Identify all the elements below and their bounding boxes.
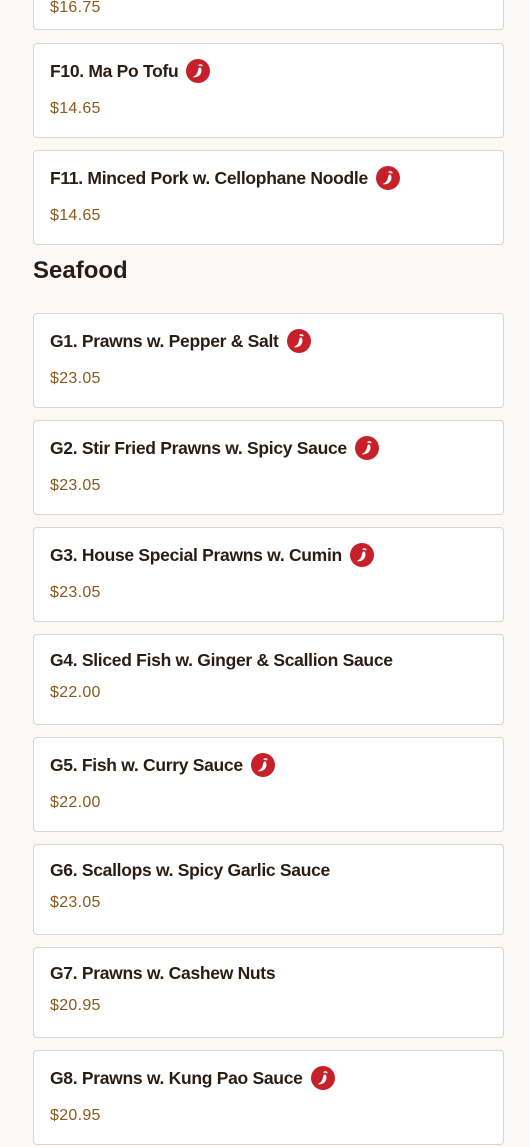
menu-item-card[interactable]: F11. Minced Pork w. Cellophane Noodle $1… bbox=[33, 150, 504, 245]
menu-item-price: $23.05 bbox=[50, 477, 101, 494]
chili-pepper-icon bbox=[354, 436, 379, 460]
menu-item-price: $23.05 bbox=[50, 894, 101, 911]
menu-item-card[interactable]: G3. House Special Prawns w. Cumin $23.05 bbox=[33, 527, 504, 622]
menu-item-name: F10. Ma Po Tofu bbox=[50, 60, 179, 81]
menu-item-card[interactable]: G7. Prawns w. Cashew Nuts $20.95 bbox=[33, 947, 504, 1038]
menu-item-card[interactable]: $16.75 bbox=[33, 0, 504, 30]
menu-item-price: $23.05 bbox=[50, 370, 101, 387]
menu-item-name: G7. Prawns w. Cashew Nuts bbox=[50, 963, 276, 983]
menu-item-price: $14.65 bbox=[50, 207, 101, 224]
menu-item-name: G1. Prawns w. Pepper & Salt bbox=[50, 330, 279, 351]
menu-item-card[interactable]: G4. Sliced Fish w. Ginger & Scallion Sau… bbox=[33, 634, 504, 725]
menu-item-card[interactable]: G8. Prawns w. Kung Pao Sauce $20.95 bbox=[33, 1050, 504, 1145]
menu-item-name: G8. Prawns w. Kung Pao Sauce bbox=[50, 1067, 303, 1088]
section-title-seafood: Seafood bbox=[33, 257, 128, 284]
menu-item-card[interactable]: G2. Stir Fried Prawns w. Spicy Sauce $23… bbox=[33, 420, 504, 515]
menu-item-price: $23.05 bbox=[50, 584, 101, 601]
menu-item-name: G2. Stir Fried Prawns w. Spicy Sauce bbox=[50, 437, 347, 458]
chili-pepper-icon bbox=[286, 329, 311, 353]
chili-pepper-icon bbox=[349, 543, 374, 567]
menu-item-price: $22.00 bbox=[50, 794, 101, 811]
menu-item-name: G3. House Special Prawns w. Cumin bbox=[50, 544, 342, 565]
menu-item-price: $14.65 bbox=[50, 100, 101, 117]
menu-item-name: F11. Minced Pork w. Cellophane Noodle bbox=[50, 167, 368, 188]
chili-pepper-icon bbox=[186, 59, 211, 83]
menu-item-price: $20.95 bbox=[50, 1107, 101, 1124]
chili-pepper-icon bbox=[310, 1066, 335, 1090]
menu-item-card[interactable]: G5. Fish w. Curry Sauce $22.00 bbox=[33, 737, 504, 832]
menu-item-name: G5. Fish w. Curry Sauce bbox=[50, 754, 243, 775]
menu-item-card[interactable]: G6. Scallops w. Spicy Garlic Sauce $23.0… bbox=[33, 844, 504, 935]
menu-item-price: $22.00 bbox=[50, 684, 101, 701]
menu-item-price: $20.95 bbox=[50, 997, 101, 1014]
menu-item-name: G6. Scallops w. Spicy Garlic Sauce bbox=[50, 860, 330, 880]
menu-item-name: G4. Sliced Fish w. Ginger & Scallion Sau… bbox=[50, 650, 393, 670]
menu-item-price: $16.75 bbox=[50, 0, 101, 16]
chili-pepper-icon bbox=[250, 753, 275, 777]
menu-item-card[interactable]: F10. Ma Po Tofu $14.65 bbox=[33, 43, 504, 138]
menu-item-card[interactable]: G1. Prawns w. Pepper & Salt $23.05 bbox=[33, 313, 504, 408]
chili-pepper-icon bbox=[375, 166, 400, 190]
